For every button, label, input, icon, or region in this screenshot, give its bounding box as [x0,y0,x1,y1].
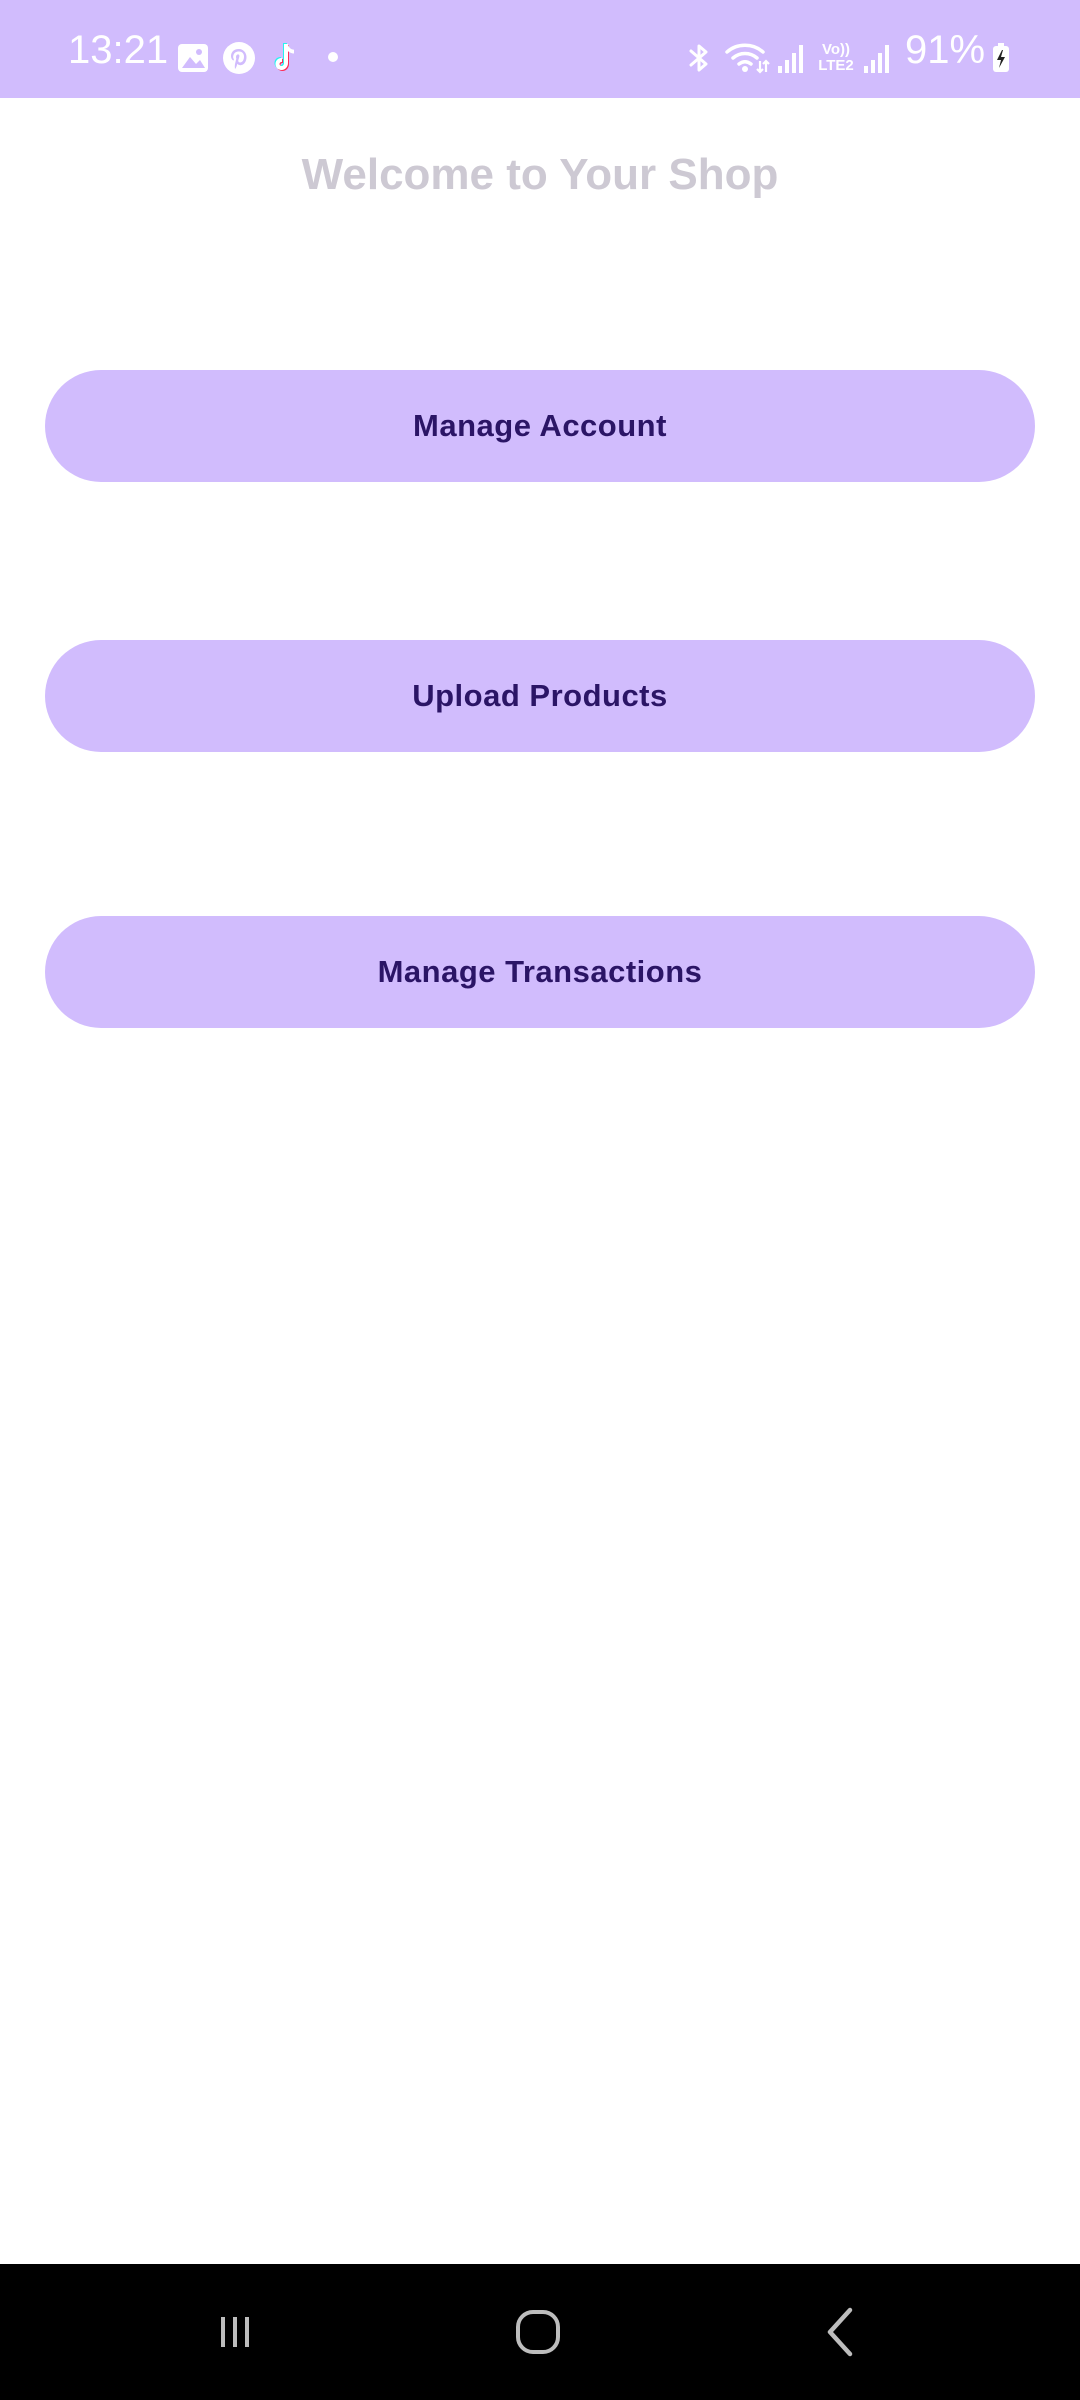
recent-apps-icon[interactable] [190,2292,280,2372]
manage-account-button[interactable]: Manage Account [45,370,1035,482]
screen: 13:21 Vo)) LTE2 91% Welcome to Your Shop… [0,0,1080,2400]
manage-transactions-button[interactable]: Manage Transactions [45,916,1035,1028]
page-title: Welcome to Your Shop [301,150,779,199]
home-icon[interactable] [493,2292,583,2372]
dot-icon [326,50,340,64]
status-time: 13:21 [68,28,169,72]
wifi-icon [724,41,770,75]
back-icon[interactable] [797,2292,887,2372]
navigation-bar [0,2264,1080,2400]
gallery-icon [176,41,210,75]
signal-icon [776,41,806,75]
signal-icon [862,41,892,75]
upload-products-button[interactable]: Upload Products [45,640,1035,752]
tiktok-icon [268,41,302,75]
status-bar: 13:21 Vo)) LTE2 91% [0,0,1080,98]
pinterest-icon [222,41,256,75]
bluetooth-icon [682,41,716,75]
battery-charging-icon [990,41,1012,75]
battery-percent: 91% [905,28,986,72]
network-type-label: Vo)) LTE2 [818,41,854,74]
